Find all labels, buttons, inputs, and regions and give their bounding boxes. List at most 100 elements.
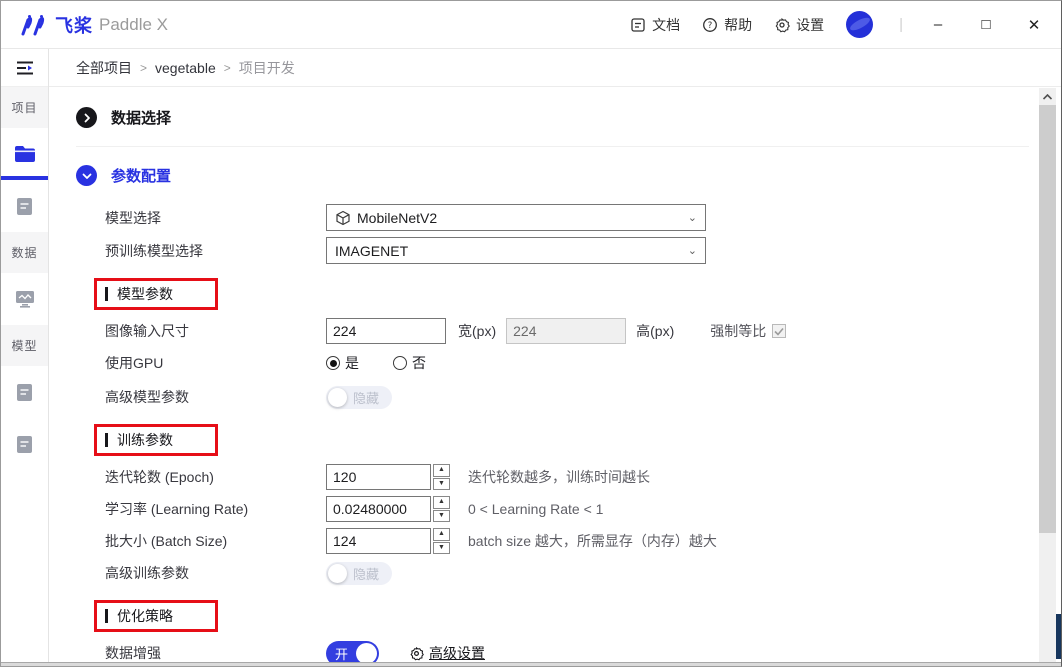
chevron-down-icon: ⌄	[688, 211, 697, 224]
adv-model-toggle-label: 隐藏	[353, 388, 379, 407]
gpu-yes-radio[interactable]: 是	[326, 353, 359, 373]
radio-unchecked-icon	[393, 356, 407, 370]
close-button[interactable]: ✕	[1021, 16, 1047, 34]
lr-row: 学习率 (Learning Rate) ▲ ▼ 0 < Learning Rat…	[105, 496, 1061, 522]
sidebar-item-dataset[interactable]	[1, 273, 48, 325]
spinner-down-button[interactable]: ▼	[433, 542, 450, 555]
spinner-down-button[interactable]: ▼	[433, 478, 450, 491]
force-ratio-checkbox[interactable]	[772, 324, 786, 338]
scrollbar-thumb[interactable]	[1039, 105, 1056, 533]
advanced-settings-label: 高级设置	[429, 643, 485, 663]
maximize-button[interactable]: □	[973, 16, 999, 33]
sidebar-group-model: 模型	[1, 325, 48, 366]
lr-input[interactable]	[326, 496, 431, 522]
help-button[interactable]: ? 帮助	[702, 15, 752, 35]
section-bar	[105, 287, 108, 301]
app-logo: 飞桨 Paddle X	[19, 12, 168, 38]
sidebar-group-project: 项目	[1, 87, 48, 128]
image-height-input	[506, 318, 626, 344]
collapse-chevron-down-icon[interactable]	[76, 165, 97, 186]
model-cube-icon	[335, 210, 351, 226]
chevron-down-icon: ⌄	[688, 244, 697, 257]
main-area: 全部项目 > vegetable > 项目开发 数据选择	[49, 49, 1061, 667]
settings-button[interactable]: 设置	[774, 15, 824, 35]
expand-chevron-right-icon[interactable]	[76, 107, 97, 128]
adv-train-toggle-label: 隐藏	[353, 564, 379, 583]
model-select-value: MobileNetV2	[357, 210, 688, 226]
image-size-row: 图像输入尺寸 宽(px) 高(px) 强制等比	[105, 318, 1061, 344]
monitor-icon	[15, 290, 35, 308]
adv-train-label: 高级训练参数	[105, 563, 326, 583]
epoch-row: 迭代轮数 (Epoch) ▲ ▼ 迭代轮数越多，训练时间越长	[105, 464, 1061, 490]
gpu-yes-label: 是	[345, 353, 359, 373]
adv-train-row: 高级训练参数 隐藏	[105, 560, 1061, 586]
user-avatar[interactable]	[846, 11, 873, 38]
train-params-title: 训练参数	[117, 430, 173, 450]
pretrain-select-label: 预训练模型选择	[105, 241, 326, 261]
spinner-down-button[interactable]: ▼	[433, 510, 450, 523]
docs-button[interactable]: 文档	[630, 15, 680, 35]
app-window: 飞桨 Paddle X 文档 ? 帮助	[0, 0, 1062, 667]
paddle-logo-icon	[19, 14, 49, 36]
width-unit-label: 宽(px)	[458, 321, 496, 341]
optimize-title: 优化策略	[117, 606, 173, 626]
epoch-spinner: ▲ ▼	[433, 464, 450, 490]
file-icon	[16, 383, 33, 402]
scrollbar-up-arrow[interactable]	[1039, 88, 1056, 105]
batch-hint: batch size 越大，所需显存（内存）越大	[468, 531, 717, 551]
logo-en-text: Paddle X	[99, 15, 168, 35]
batch-row: 批大小 (Batch Size) ▲ ▼ batch size 越大，所需显存（…	[105, 528, 1061, 554]
force-ratio-label: 强制等比	[710, 321, 766, 341]
toggle-knob	[328, 388, 347, 407]
gpu-no-label: 否	[412, 353, 426, 373]
breadcrumb-current-page: 项目开发	[239, 58, 295, 78]
window-bottom-edge	[1, 662, 1061, 666]
sidebar-item-model-doc-2[interactable]	[1, 418, 48, 470]
model-select-label: 模型选择	[105, 208, 326, 228]
spinner-up-button[interactable]: ▲	[433, 464, 450, 477]
vertical-scrollbar[interactable]	[1039, 88, 1056, 667]
window-controls-separator: |	[899, 16, 903, 33]
sidebar-item-project-doc[interactable]	[1, 180, 48, 232]
lr-label: 学习率 (Learning Rate)	[105, 499, 326, 519]
pretrain-select-value: IMAGENET	[335, 243, 688, 259]
settings-label: 设置	[796, 15, 824, 35]
svg-text:?: ?	[708, 21, 713, 31]
spinner-up-button[interactable]: ▲	[433, 496, 450, 509]
minimize-button[interactable]: –	[925, 16, 951, 33]
epoch-label: 迭代轮数 (Epoch)	[105, 467, 326, 487]
toggle-knob	[356, 643, 377, 664]
batch-input[interactable]	[326, 528, 431, 554]
menu-fold-icon	[16, 60, 34, 76]
lr-hint: 0 < Learning Rate < 1	[468, 501, 603, 517]
adv-model-row: 高级模型参数 隐藏	[105, 384, 1061, 410]
lr-spinner: ▲ ▼	[433, 496, 450, 522]
adv-model-toggle[interactable]: 隐藏	[326, 386, 392, 409]
model-select-dropdown[interactable]: MobileNetV2 ⌄	[326, 204, 706, 231]
sidebar-collapse-button[interactable]	[1, 49, 48, 87]
adv-model-label: 高级模型参数	[105, 387, 326, 407]
breadcrumb-project-name[interactable]: vegetable	[155, 60, 216, 76]
gpu-no-radio[interactable]: 否	[393, 353, 426, 373]
advanced-settings-link[interactable]: 高级设置	[409, 643, 485, 663]
train-params-header-annotated: 训练参数	[94, 424, 218, 456]
model-select-row: 模型选择 MobileNetV2 ⌄	[105, 204, 1061, 231]
adv-train-toggle[interactable]: 隐藏	[326, 562, 392, 585]
image-width-input[interactable]	[326, 318, 446, 344]
epoch-input[interactable]	[326, 464, 431, 490]
sidebar-item-project-overview[interactable]	[1, 128, 48, 180]
augment-toggle-label: 开	[335, 644, 348, 663]
sidebar-item-model-doc-1[interactable]	[1, 366, 48, 418]
pretrain-select-dropdown[interactable]: IMAGENET ⌄	[326, 237, 706, 264]
breadcrumb-separator: >	[224, 61, 231, 75]
breadcrumb-all-projects[interactable]: 全部项目	[76, 58, 132, 78]
spinner-up-button[interactable]: ▲	[433, 528, 450, 541]
titlebar: 飞桨 Paddle X 文档 ? 帮助	[1, 1, 1061, 49]
use-gpu-label: 使用GPU	[105, 353, 326, 373]
logo-cn-text: 飞桨	[55, 12, 93, 38]
docs-label: 文档	[652, 15, 680, 35]
height-unit-label: 高(px)	[636, 321, 674, 341]
batch-label: 批大小 (Batch Size)	[105, 531, 326, 551]
gear-icon	[774, 17, 790, 33]
toggle-knob	[328, 564, 347, 583]
